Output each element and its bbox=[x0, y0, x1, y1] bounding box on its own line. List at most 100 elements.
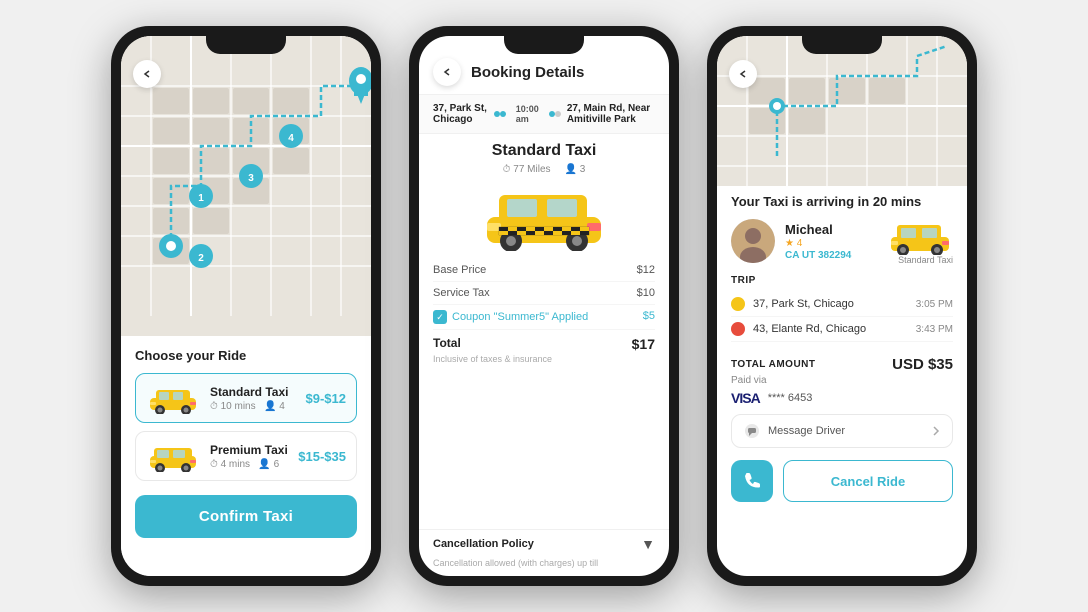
confirm-taxi-button[interactable]: Confirm Taxi bbox=[135, 495, 357, 538]
message-driver-label: Message Driver bbox=[768, 425, 845, 437]
base-price-label: Base Price bbox=[433, 264, 486, 276]
route-dots2 bbox=[549, 111, 561, 117]
driver-name: Micheal bbox=[785, 222, 877, 237]
total-section-label: TOTAL AMOUNT bbox=[731, 359, 816, 370]
premium-taxi-price: $15-$35 bbox=[298, 449, 346, 464]
trip-stop-1-name: 37, Park St, Chicago bbox=[753, 298, 916, 310]
service-tax-value: $10 bbox=[637, 287, 655, 299]
phone-3: Your Taxi is arriving in 20 mins Micheal bbox=[707, 26, 977, 586]
message-driver-btn[interactable]: Message Driver bbox=[731, 414, 953, 448]
cancellation-chevron: ▼ bbox=[641, 536, 655, 552]
route-dot2 bbox=[549, 111, 555, 117]
bottom-actions: Cancel Ride bbox=[731, 456, 953, 502]
card-number: **** 6453 bbox=[768, 392, 813, 404]
standard-taxi-price: $9-$12 bbox=[306, 391, 346, 406]
coupon-amount: $5 bbox=[643, 310, 655, 324]
standard-taxi-meta: ⏱ 10 mins 👤 4 bbox=[210, 401, 306, 412]
coupon-label: Coupon "Summer5" Applied bbox=[452, 311, 588, 323]
arriving-content: Your Taxi is arriving in 20 mins Micheal bbox=[717, 186, 967, 576]
total-amount: $17 bbox=[632, 336, 655, 352]
cancellation-text: Cancellation allowed (with charges) up t… bbox=[419, 558, 669, 576]
msg-left: Message Driver bbox=[744, 423, 845, 439]
svg-text:1: 1 bbox=[198, 193, 204, 204]
cancel-ride-btn[interactable]: Cancel Ride bbox=[783, 460, 953, 502]
chat-icon bbox=[744, 423, 760, 439]
svg-text:2: 2 bbox=[198, 253, 204, 264]
driver-car-svg bbox=[887, 217, 953, 255]
chevron-right-icon bbox=[932, 425, 940, 437]
phone-icon bbox=[743, 472, 761, 490]
total-usd: USD $35 bbox=[892, 356, 953, 373]
phone2-back-btn[interactable] bbox=[433, 58, 461, 86]
price-breakdown: Base Price $12 Service Tax $10 ✓ Coupon … bbox=[419, 255, 669, 529]
driver-stars: ★ 4 bbox=[785, 238, 877, 249]
driver-info: Micheal ★ 4 CA UT 382294 bbox=[785, 222, 877, 261]
route-dot-start bbox=[494, 111, 500, 117]
trip-icon-1 bbox=[731, 297, 745, 311]
route-time: 10:00 am bbox=[516, 104, 539, 124]
coupon-checkbox: ✓ bbox=[433, 310, 447, 324]
cancellation-label: Cancellation Policy bbox=[433, 538, 534, 550]
trip-stop-2: 43, Elante Rd, Chicago 3:43 PM bbox=[731, 317, 953, 342]
taxi-type-name: Standard Taxi bbox=[492, 142, 597, 160]
total-row: Total $17 bbox=[433, 330, 655, 354]
trip-stop-1-time: 3:05 PM bbox=[916, 299, 953, 310]
premium-taxi-name: Premium Taxi bbox=[210, 443, 298, 457]
taxi-car-big bbox=[479, 179, 609, 251]
standard-taxi-car bbox=[146, 382, 200, 414]
standard-taxi-info: Standard Taxi ⏱ 10 mins 👤 4 bbox=[210, 385, 306, 412]
base-price-row: Base Price $12 bbox=[433, 259, 655, 282]
service-tax-label: Service Tax bbox=[433, 287, 490, 299]
driver-car-label: Standard Taxi bbox=[898, 255, 953, 265]
phone-call-btn[interactable] bbox=[731, 460, 773, 502]
trip-stop-2-time: 3:43 PM bbox=[916, 324, 953, 335]
total-section: TOTAL AMOUNT USD $35 bbox=[731, 350, 953, 375]
trip-stop-2-name: 43, Elante Rd, Chicago bbox=[753, 323, 916, 335]
notch-3 bbox=[802, 36, 882, 54]
premium-taxi-option[interactable]: Premium Taxi ⏱ 4 mins 👤 6 $15-$35 bbox=[135, 431, 357, 481]
premium-taxi-info: Premium Taxi ⏱ 4 mins 👤 6 bbox=[210, 443, 298, 470]
premium-taxi-car bbox=[146, 440, 200, 472]
coupon-row: ✓ Coupon "Summer5" Applied $5 bbox=[433, 305, 655, 330]
phone-1-screen: 1 2 3 4 bbox=[121, 36, 371, 576]
driver-plate: CA UT 382294 bbox=[785, 250, 877, 261]
total-note: Inclusive of taxes & insurance bbox=[433, 354, 655, 368]
notch-2 bbox=[504, 36, 584, 54]
phone-2: Booking Details 37, Park St, Chicago 10:… bbox=[409, 26, 679, 586]
phone1-back-btn[interactable] bbox=[133, 60, 161, 88]
driver-avatar bbox=[731, 219, 775, 263]
arriving-map bbox=[717, 36, 967, 186]
phones-container: 1 2 3 4 bbox=[91, 6, 997, 606]
phone-3-screen: Your Taxi is arriving in 20 mins Micheal bbox=[717, 36, 967, 576]
trip-label: TRIP bbox=[731, 275, 953, 286]
notch-1 bbox=[206, 36, 286, 54]
phone3-back-btn[interactable] bbox=[729, 60, 757, 88]
driver-car-info: Standard Taxi bbox=[887, 217, 953, 265]
coupon-check: ✓ Coupon "Summer5" Applied bbox=[433, 310, 588, 324]
route-from: 37, Park St, Chicago bbox=[433, 103, 488, 125]
base-price-value: $12 bbox=[637, 264, 655, 276]
trip-stop-1: 37, Park St, Chicago 3:05 PM bbox=[731, 292, 953, 317]
service-tax-row: Service Tax $10 bbox=[433, 282, 655, 305]
svg-text:3: 3 bbox=[248, 173, 254, 184]
phone-1: 1 2 3 4 bbox=[111, 26, 381, 586]
total-label: Total bbox=[433, 336, 461, 352]
route-dots bbox=[494, 111, 506, 117]
route-bar: 37, Park St, Chicago 10:00 am 27, Main R… bbox=[419, 95, 669, 134]
route-dot-end bbox=[500, 111, 506, 117]
visa-row: VISA **** 6453 bbox=[731, 390, 953, 406]
route-dot3 bbox=[555, 111, 561, 117]
arriving-title: Your Taxi is arriving in 20 mins bbox=[731, 194, 953, 209]
driver-card: Micheal ★ 4 CA UT 382294 bbox=[731, 217, 953, 265]
taxi-meta: ⏱ 77 Miles 👤 3 bbox=[503, 164, 586, 175]
cancellation-row[interactable]: Cancellation Policy ▼ bbox=[419, 529, 669, 558]
choose-ride-section: Choose your Ride bbox=[121, 336, 371, 576]
booking-title: Booking Details bbox=[471, 64, 584, 81]
svg-text:4: 4 bbox=[288, 133, 294, 144]
route-to: 27, Main Rd, Near Amitiville Park bbox=[567, 103, 655, 125]
standard-taxi-name: Standard Taxi bbox=[210, 385, 306, 399]
phone1-map: 1 2 3 4 bbox=[121, 36, 371, 336]
standard-taxi-option[interactable]: Standard Taxi ⏱ 10 mins 👤 4 $9-$12 bbox=[135, 373, 357, 423]
phone-2-screen: Booking Details 37, Park St, Chicago 10:… bbox=[419, 36, 669, 576]
premium-taxi-meta: ⏱ 4 mins 👤 6 bbox=[210, 459, 298, 470]
